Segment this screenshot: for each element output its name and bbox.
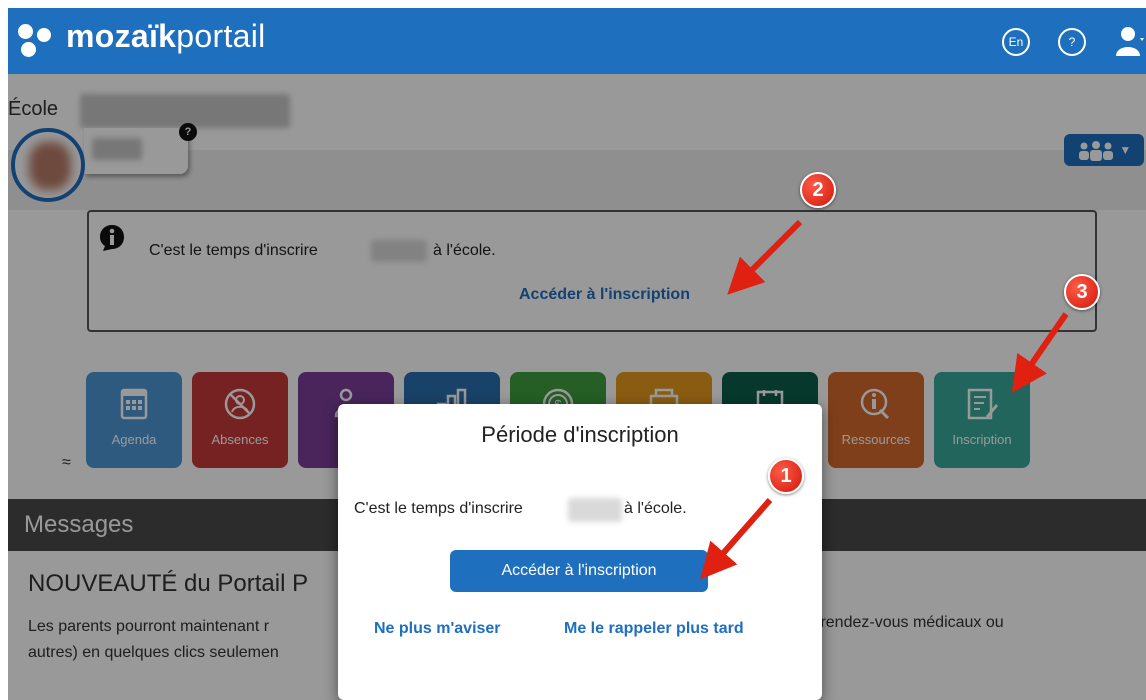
child-name-redacted	[568, 498, 622, 522]
annotation-badge-2: 2	[800, 172, 836, 208]
registration-modal: Période d'inscription C'est le temps d'i…	[338, 404, 822, 700]
annotation-badge-1: 1	[768, 458, 804, 494]
modal-registration-button[interactable]: Accéder à l'inscription	[450, 550, 708, 592]
modal-text: C'est le temps d'inscrire	[354, 500, 523, 517]
help-button[interactable]: ?	[1058, 28, 1086, 56]
brand-logo[interactable]: mozaïkportail	[66, 18, 266, 55]
brand-light: portail	[176, 18, 266, 54]
annotation-badge-3: 3	[1064, 274, 1100, 310]
remind-later-link[interactable]: Me le rappeler plus tard	[564, 620, 744, 638]
language-button[interactable]: En	[1002, 28, 1030, 56]
modal-text-end: à l'école.	[624, 500, 687, 517]
dismiss-link[interactable]: Ne plus m'aviser	[374, 620, 501, 638]
top-bar: mozaïkportail En ?	[8, 8, 1146, 74]
logo-icon	[18, 24, 54, 58]
modal-title: Période d'inscription	[481, 422, 679, 447]
user-menu-icon[interactable]	[1116, 26, 1144, 56]
brand-bold: mozaïk	[66, 18, 177, 54]
